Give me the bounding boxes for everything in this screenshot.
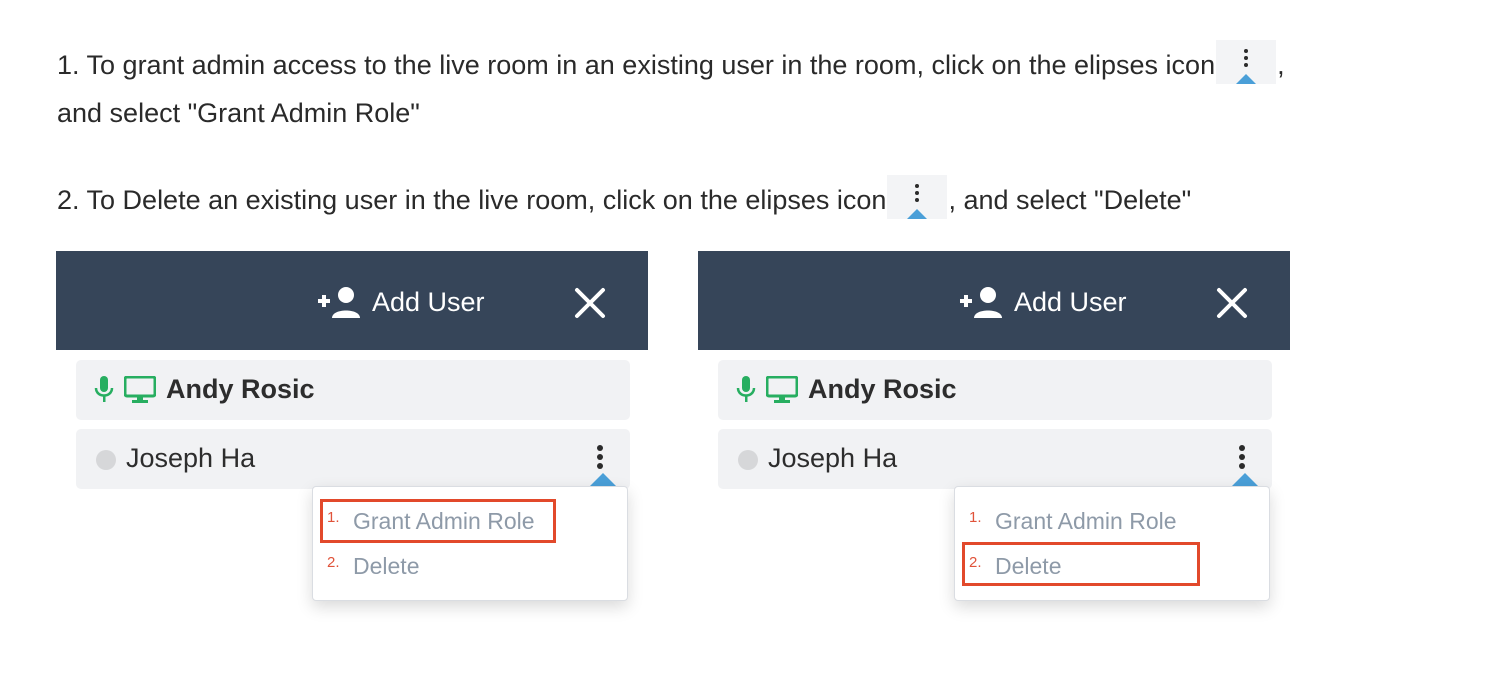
menu-item-grant-admin-role[interactable]: 1. Grant Admin Role [327,503,535,539]
user-name: Andy Rosic [166,374,315,404]
add-user-icon [960,286,1006,318]
user-row-joseph-ha[interactable]: Joseph Ha [76,429,630,489]
step-1-line-2: and select "Grant Admin Role" [57,98,420,128]
user-panel-delete: Add User Andy Rosic Joseph Ha 1. Grant A… [698,251,1290,631]
vertical-ellipsis-icon [1216,40,1277,84]
menu-item-delete[interactable]: 2. Delete [969,548,1061,584]
menu-item-label: Delete [995,552,1062,579]
user-actions-menu: 1. Grant Admin Role 2. Delete [312,486,628,601]
add-user-label: Add User [372,286,485,317]
panel-header: Add User [56,251,648,350]
panel-header: Add User [698,251,1290,350]
menu-item-number: 2. [969,554,982,571]
add-user-icon [318,286,364,318]
user-actions-menu: 1. Grant Admin Role 2. Delete [954,486,1270,601]
add-user-button[interactable]: Add User [960,285,1127,319]
menu-item-delete[interactable]: 2. Delete [327,548,419,584]
instruction-step-2: 2. To Delete an existing user in the liv… [57,175,1457,224]
user-panel-grant-admin: Add User Andy Rosic Joseph Ha 1. Grant A… [56,251,648,631]
user-name: Joseph Ha [126,443,256,473]
menu-item-label: Delete [353,552,420,579]
user-row-andy-rosic[interactable]: Andy Rosic [718,360,1272,420]
status-dot [738,450,758,470]
microphone-icon [736,376,756,409]
menu-item-number: 2. [327,554,340,571]
instruction-step-1: 1. To grant admin access to the live roo… [57,40,1457,137]
vertical-ellipsis-icon [887,175,948,219]
user-name: Joseph Ha [768,443,898,473]
add-user-button[interactable]: Add User [318,285,485,319]
step-2-suffix: , and select "Delete" [948,185,1192,215]
menu-item-label: Grant Admin Role [995,507,1177,534]
status-dot [96,450,116,470]
menu-item-number: 1. [327,509,340,526]
close-icon[interactable] [1216,287,1248,319]
step-1-text: 1. To grant admin access to the live roo… [57,50,1216,80]
menu-item-number: 1. [969,509,982,526]
add-user-label: Add User [1014,286,1127,317]
step-2-text: 2. To Delete an existing user in the liv… [57,185,887,215]
monitor-icon [123,375,157,409]
user-row-andy-rosic[interactable]: Andy Rosic [76,360,630,420]
close-icon[interactable] [574,287,606,319]
user-name: Andy Rosic [808,374,957,404]
user-row-joseph-ha[interactable]: Joseph Ha [718,429,1272,489]
dropdown-caret [590,473,616,486]
step-1-comma: , [1277,50,1285,80]
dropdown-caret [1232,473,1258,486]
menu-item-grant-admin-role[interactable]: 1. Grant Admin Role [969,503,1177,539]
monitor-icon [765,375,799,409]
menu-item-label: Grant Admin Role [353,507,535,534]
microphone-icon [94,376,114,409]
